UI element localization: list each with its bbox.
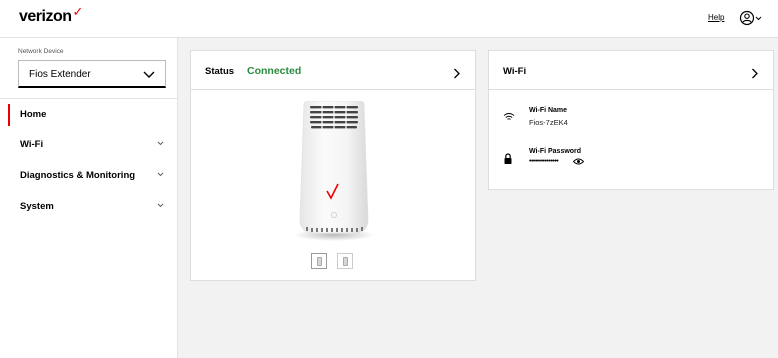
chevron-down-icon bbox=[143, 71, 155, 78]
chevron-down-icon bbox=[157, 172, 164, 177]
sidebar-item-home[interactable]: Home bbox=[0, 104, 178, 126]
wifi-password-row: Wi-Fi Password ••••••••••••••• bbox=[503, 148, 763, 174]
verizon-logo[interactable]: verizon✓ bbox=[19, 4, 83, 26]
fios-extender-image bbox=[295, 101, 373, 241]
lock-icon bbox=[504, 153, 512, 164]
network-device-select[interactable]: Fios Extender bbox=[18, 60, 166, 88]
sidebar-item-label: Wi-Fi bbox=[20, 139, 44, 150]
wifi-name-row: Wi-Fi Name Fios-7zEK4 bbox=[503, 107, 763, 133]
sidebar-item-wifi[interactable]: Wi-Fi bbox=[0, 134, 178, 156]
chevron-down-icon bbox=[157, 141, 164, 146]
connection-status: Connected bbox=[247, 65, 302, 77]
user-icon bbox=[739, 10, 762, 26]
sidebar-item-system[interactable]: System bbox=[0, 196, 178, 218]
status-card-header[interactable]: Status Connected bbox=[191, 51, 475, 90]
device-thumb-icon bbox=[343, 257, 348, 266]
sidebar-item-label: Home bbox=[20, 109, 47, 120]
wifi-icon bbox=[503, 113, 515, 120]
chevron-right-icon[interactable] bbox=[751, 68, 759, 79]
sidebar-item-label: Diagnostics & Monitoring bbox=[20, 170, 136, 181]
brand-name: verizon bbox=[19, 8, 72, 25]
status-card: Status Connected bbox=[190, 50, 476, 281]
device-thumb-icon bbox=[317, 257, 322, 266]
wifi-name-value: Fios-7zEK4 bbox=[529, 118, 568, 127]
chevron-right-icon[interactable] bbox=[453, 68, 461, 79]
wifi-password-label: Wi-Fi Password bbox=[529, 148, 582, 155]
top-header: verizon✓ Help bbox=[0, 0, 778, 38]
sidebar-item-diagnostics[interactable]: Diagnostics & Monitoring bbox=[0, 165, 178, 187]
wifi-password-value: ••••••••••••••• bbox=[529, 158, 559, 165]
sidebar: Network Device Fios Extender Home Wi-Fi … bbox=[0, 38, 178, 358]
thumbnail-back[interactable] bbox=[337, 253, 353, 269]
wifi-card: Wi-Fi Wi-Fi Name Fios-7zEK4 Wi-Fi Passwo… bbox=[488, 50, 774, 190]
sidebar-divider bbox=[0, 98, 178, 99]
wifi-name-label: Wi-Fi Name bbox=[529, 107, 568, 114]
user-menu-button[interactable] bbox=[738, 9, 764, 27]
wifi-card-header[interactable]: Wi-Fi bbox=[489, 51, 773, 90]
brand-check-mark: ✓ bbox=[72, 4, 84, 19]
eye-icon[interactable] bbox=[573, 158, 584, 165]
status-card-title: Status bbox=[205, 66, 235, 77]
sidebar-item-label: System bbox=[20, 201, 54, 212]
chevron-down-icon bbox=[157, 203, 164, 208]
wifi-card-title: Wi-Fi bbox=[503, 66, 527, 77]
thumbnail-front[interactable] bbox=[311, 253, 327, 269]
network-device-value: Fios Extender bbox=[29, 69, 91, 80]
help-link[interactable]: Help bbox=[708, 13, 724, 22]
network-device-label: Network Device bbox=[18, 48, 64, 55]
